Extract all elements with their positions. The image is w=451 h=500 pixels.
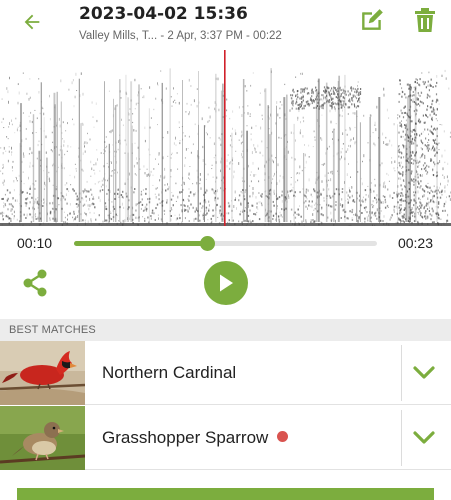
edit-icon — [362, 9, 383, 30]
expand-button[interactable] — [410, 426, 438, 450]
seek-slider[interactable] — [74, 236, 377, 251]
new-badge — [277, 431, 289, 442]
match-name: Grasshopper Sparrow — [102, 428, 289, 448]
seek-thumb[interactable] — [200, 236, 216, 251]
back-button[interactable] — [18, 8, 46, 36]
bird-thumbnail — [0, 406, 85, 470]
recording-info: 2023-04-02 15:36 Valley Mills, T... - 2 … — [79, 4, 349, 44]
playback-bar: 00:10 00:23 — [0, 228, 451, 258]
match-item-grasshopper-sparrow[interactable]: Grasshopper Sparrow — [0, 406, 451, 470]
play-icon — [220, 274, 233, 292]
match-name-text: Grasshopper Sparrow — [102, 428, 269, 447]
play-button[interactable] — [204, 261, 248, 305]
current-time: 00:10 — [17, 235, 53, 251]
best-matches-title: BEST MATCHES — [9, 324, 96, 336]
playhead — [224, 50, 226, 226]
share-icon — [23, 269, 47, 297]
match-item-northern-cardinal[interactable]: Northern Cardinal — [0, 341, 451, 405]
divider — [401, 410, 402, 466]
seek-progress — [74, 241, 208, 246]
trash-icon — [415, 8, 435, 32]
top-bar: 2023-04-02 15:36 Valley Mills, T... - 2 … — [0, 0, 451, 48]
recording-subtitle: Valley Mills, T... - 2 Apr, 3:37 PM - 00… — [79, 30, 282, 42]
identify-button[interactable] — [17, 488, 434, 500]
chevron-down-icon — [413, 366, 435, 379]
delete-button[interactable] — [411, 6, 439, 34]
chevron-down-icon — [413, 431, 435, 444]
spectrogram[interactable] — [0, 48, 451, 226]
expand-button[interactable] — [410, 361, 438, 385]
bird-thumbnail — [0, 341, 85, 405]
edit-button[interactable] — [358, 6, 386, 34]
divider — [401, 345, 402, 401]
total-time: 00:23 — [397, 235, 433, 251]
share-button[interactable] — [20, 268, 50, 298]
recording-title: 2023-04-02 15:36 — [79, 4, 248, 24]
spectrogram-canvas — [0, 50, 451, 226]
arrow-left-icon — [24, 14, 40, 30]
best-matches-header: BEST MATCHES — [0, 319, 451, 341]
match-name: Northern Cardinal — [102, 363, 237, 382]
